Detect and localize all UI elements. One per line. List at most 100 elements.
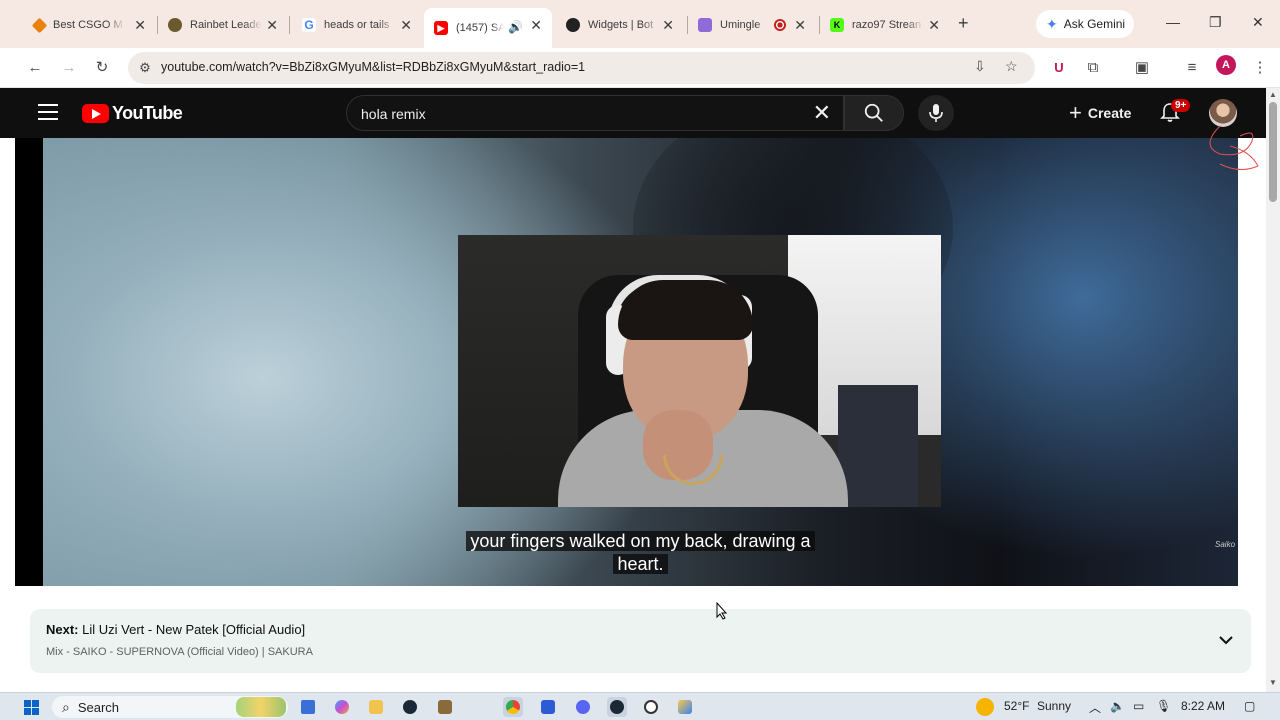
taskbar-search[interactable]: ⌕ Search bbox=[52, 696, 288, 718]
browser-tab[interactable]: G heads or tails ✕ bbox=[292, 10, 422, 40]
close-tab-icon[interactable]: ✕ bbox=[134, 17, 146, 33]
browser-tab[interactable]: Widgets | Bot ✕ bbox=[556, 10, 684, 40]
close-tab-icon[interactable]: ✕ bbox=[928, 17, 940, 33]
extension-u-icon[interactable]: U bbox=[1048, 56, 1070, 78]
game-app-icon[interactable] bbox=[435, 697, 455, 717]
rainbet-favicon-icon bbox=[168, 18, 182, 32]
extensions-puzzle-icon[interactable]: ⧉ bbox=[1082, 56, 1104, 78]
hamburger-menu-icon[interactable] bbox=[38, 104, 58, 120]
site-info-icon[interactable]: ⚙ bbox=[136, 59, 154, 77]
video-player[interactable]: your fingers walked on my back, drawing … bbox=[15, 138, 1238, 586]
clock-time[interactable]: 8:22 AM bbox=[1181, 699, 1225, 713]
search-highlight-art bbox=[236, 697, 286, 717]
speaker-icon[interactable]: 🔊 bbox=[508, 20, 523, 34]
gemini-label: Ask Gemini bbox=[1063, 17, 1126, 31]
youtube-favicon-icon: ▶ bbox=[434, 21, 448, 35]
back-icon[interactable]: ← bbox=[24, 56, 46, 78]
microphone-tray-icon[interactable]: 🎙 bbox=[1156, 699, 1171, 713]
install-app-icon[interactable]: ⇩ bbox=[974, 58, 986, 75]
chevron-down-icon[interactable] bbox=[1217, 631, 1235, 649]
forward-icon[interactable]: → bbox=[58, 56, 80, 78]
windows-start-icon[interactable] bbox=[24, 700, 39, 715]
recording-icon bbox=[774, 19, 786, 31]
search-button[interactable] bbox=[844, 95, 904, 131]
restore-icon[interactable]: ❐ bbox=[1209, 14, 1222, 31]
youtube-logo[interactable]: YouTube bbox=[82, 103, 183, 124]
app-blue-icon[interactable] bbox=[538, 697, 558, 717]
weather-temperature[interactable]: 52°F bbox=[1004, 699, 1029, 713]
close-tab-icon[interactable]: ✕ bbox=[530, 17, 542, 33]
youtube-header: YouTube hola remix ✕ + Create 9+ bbox=[0, 88, 1266, 138]
address-bar[interactable]: ⚙ youtube.com/watch?v=BbZi8xGMyuM&list=R… bbox=[128, 52, 1035, 84]
media-controls-icon[interactable]: ≡ bbox=[1181, 56, 1203, 78]
file-explorer-icon[interactable] bbox=[366, 697, 386, 717]
camera-icon[interactable]: ▭ bbox=[1133, 699, 1144, 713]
page-scrollbar[interactable]: ▲ ▼ bbox=[1266, 88, 1280, 692]
diamond-favicon-icon bbox=[31, 17, 48, 33]
chrome-profile-avatar[interactable]: A bbox=[1216, 55, 1236, 75]
youtube-logo-text: YouTube bbox=[112, 103, 183, 123]
steam-icon[interactable] bbox=[400, 697, 420, 717]
create-button[interactable]: + Create bbox=[1057, 97, 1143, 129]
ask-gemini-button[interactable]: ✦ Ask Gemini bbox=[1036, 10, 1134, 38]
next-video-card[interactable]: Next: Lil Uzi Vert - New Patek [Official… bbox=[30, 609, 1251, 673]
tab-title: (1457) SA bbox=[456, 22, 504, 34]
chrome-icon[interactable] bbox=[503, 697, 523, 717]
notification-center-icon[interactable]: ▢ bbox=[1244, 699, 1255, 713]
tab-title: razo97 Strean bbox=[852, 19, 922, 31]
taskbar-search-label: Search bbox=[77, 699, 120, 715]
browser-tab[interactable]: Rainbet Leade ✕ bbox=[158, 10, 288, 40]
close-window-icon[interactable]: ✕ bbox=[1252, 14, 1264, 31]
tab-title: Best CSGO M bbox=[53, 19, 123, 31]
tab-title: heads or tails bbox=[324, 19, 390, 31]
side-panel-icon[interactable]: ▣ bbox=[1131, 56, 1153, 78]
close-tab-icon[interactable]: ✕ bbox=[794, 17, 806, 33]
tab-title: Widgets | Bot bbox=[588, 19, 654, 31]
bookmark-star-icon[interactable]: ☆ bbox=[1005, 58, 1018, 75]
browser-toolbar: ← → ↻ ⚙ youtube.com/watch?v=BbZi8xGMyuM&… bbox=[0, 48, 1280, 88]
scrollbar-thumb[interactable] bbox=[1269, 102, 1277, 202]
close-tab-icon[interactable]: ✕ bbox=[266, 17, 278, 33]
menu-kebab-icon[interactable]: ⋮ bbox=[1249, 56, 1271, 78]
browser-tab[interactable]: Umingle ✕ bbox=[688, 10, 816, 40]
playlist-mix-title: Mix - SAIKO - SUPERNOVA (Official Video)… bbox=[46, 646, 313, 658]
close-tab-icon[interactable]: ✕ bbox=[662, 17, 674, 33]
chevron-up-icon[interactable]: ︿ bbox=[1089, 699, 1101, 716]
discord-icon[interactable] bbox=[573, 697, 593, 717]
next-label: Next: bbox=[46, 622, 79, 637]
search-query-text[interactable]: hola remix bbox=[361, 106, 426, 122]
scroll-down-icon[interactable]: ▼ bbox=[1269, 678, 1277, 687]
tab-title: Umingle bbox=[720, 19, 761, 31]
new-tab-icon[interactable]: + bbox=[958, 13, 969, 34]
plus-icon: + bbox=[1069, 100, 1082, 125]
search-icon bbox=[864, 103, 883, 122]
video-watermark: Saiko bbox=[1215, 540, 1236, 549]
weather-description[interactable]: Sunny bbox=[1037, 699, 1071, 713]
search-icon: ⌕ bbox=[62, 698, 70, 715]
volume-icon[interactable]: 🔈 bbox=[1110, 699, 1125, 713]
browser-tab[interactable]: K razo97 Strean ✕ bbox=[820, 10, 950, 40]
copilot-icon[interactable] bbox=[332, 697, 352, 717]
browser-tab-strip: Best CSGO M ✕ Rainbet Leade ✕ G heads or… bbox=[0, 0, 1280, 48]
obs-icon[interactable] bbox=[641, 697, 661, 717]
next-video-line: Next: Lil Uzi Vert - New Patek [Official… bbox=[46, 622, 305, 637]
voice-search-button[interactable] bbox=[918, 95, 954, 131]
clear-search-icon[interactable]: ✕ bbox=[813, 101, 831, 125]
scroll-up-icon[interactable]: ▲ bbox=[1269, 90, 1277, 99]
close-tab-icon[interactable]: ✕ bbox=[400, 17, 412, 33]
mouse-cursor-icon bbox=[716, 602, 728, 620]
notepad-icon[interactable] bbox=[675, 697, 695, 717]
browser-tab[interactable]: Best CSGO M ✕ bbox=[24, 10, 156, 40]
steam-active-icon[interactable] bbox=[607, 697, 627, 717]
microphone-icon bbox=[929, 104, 943, 122]
url-text[interactable]: youtube.com/watch?v=BbZi8xGMyuM&list=RDB… bbox=[161, 60, 585, 74]
weather-sun-icon bbox=[976, 698, 994, 716]
reload-icon[interactable]: ↻ bbox=[91, 56, 113, 78]
task-view-icon[interactable] bbox=[298, 697, 318, 717]
minimize-icon[interactable]: — bbox=[1166, 14, 1180, 30]
notification-count-badge: 9+ bbox=[1171, 99, 1191, 112]
kick-favicon-icon: K bbox=[830, 18, 844, 32]
browser-tab-active[interactable]: ▶ (1457) SA 🔊 ✕ bbox=[424, 8, 552, 48]
search-input[interactable]: hola remix ✕ bbox=[346, 95, 844, 131]
google-favicon-icon: G bbox=[302, 18, 316, 32]
